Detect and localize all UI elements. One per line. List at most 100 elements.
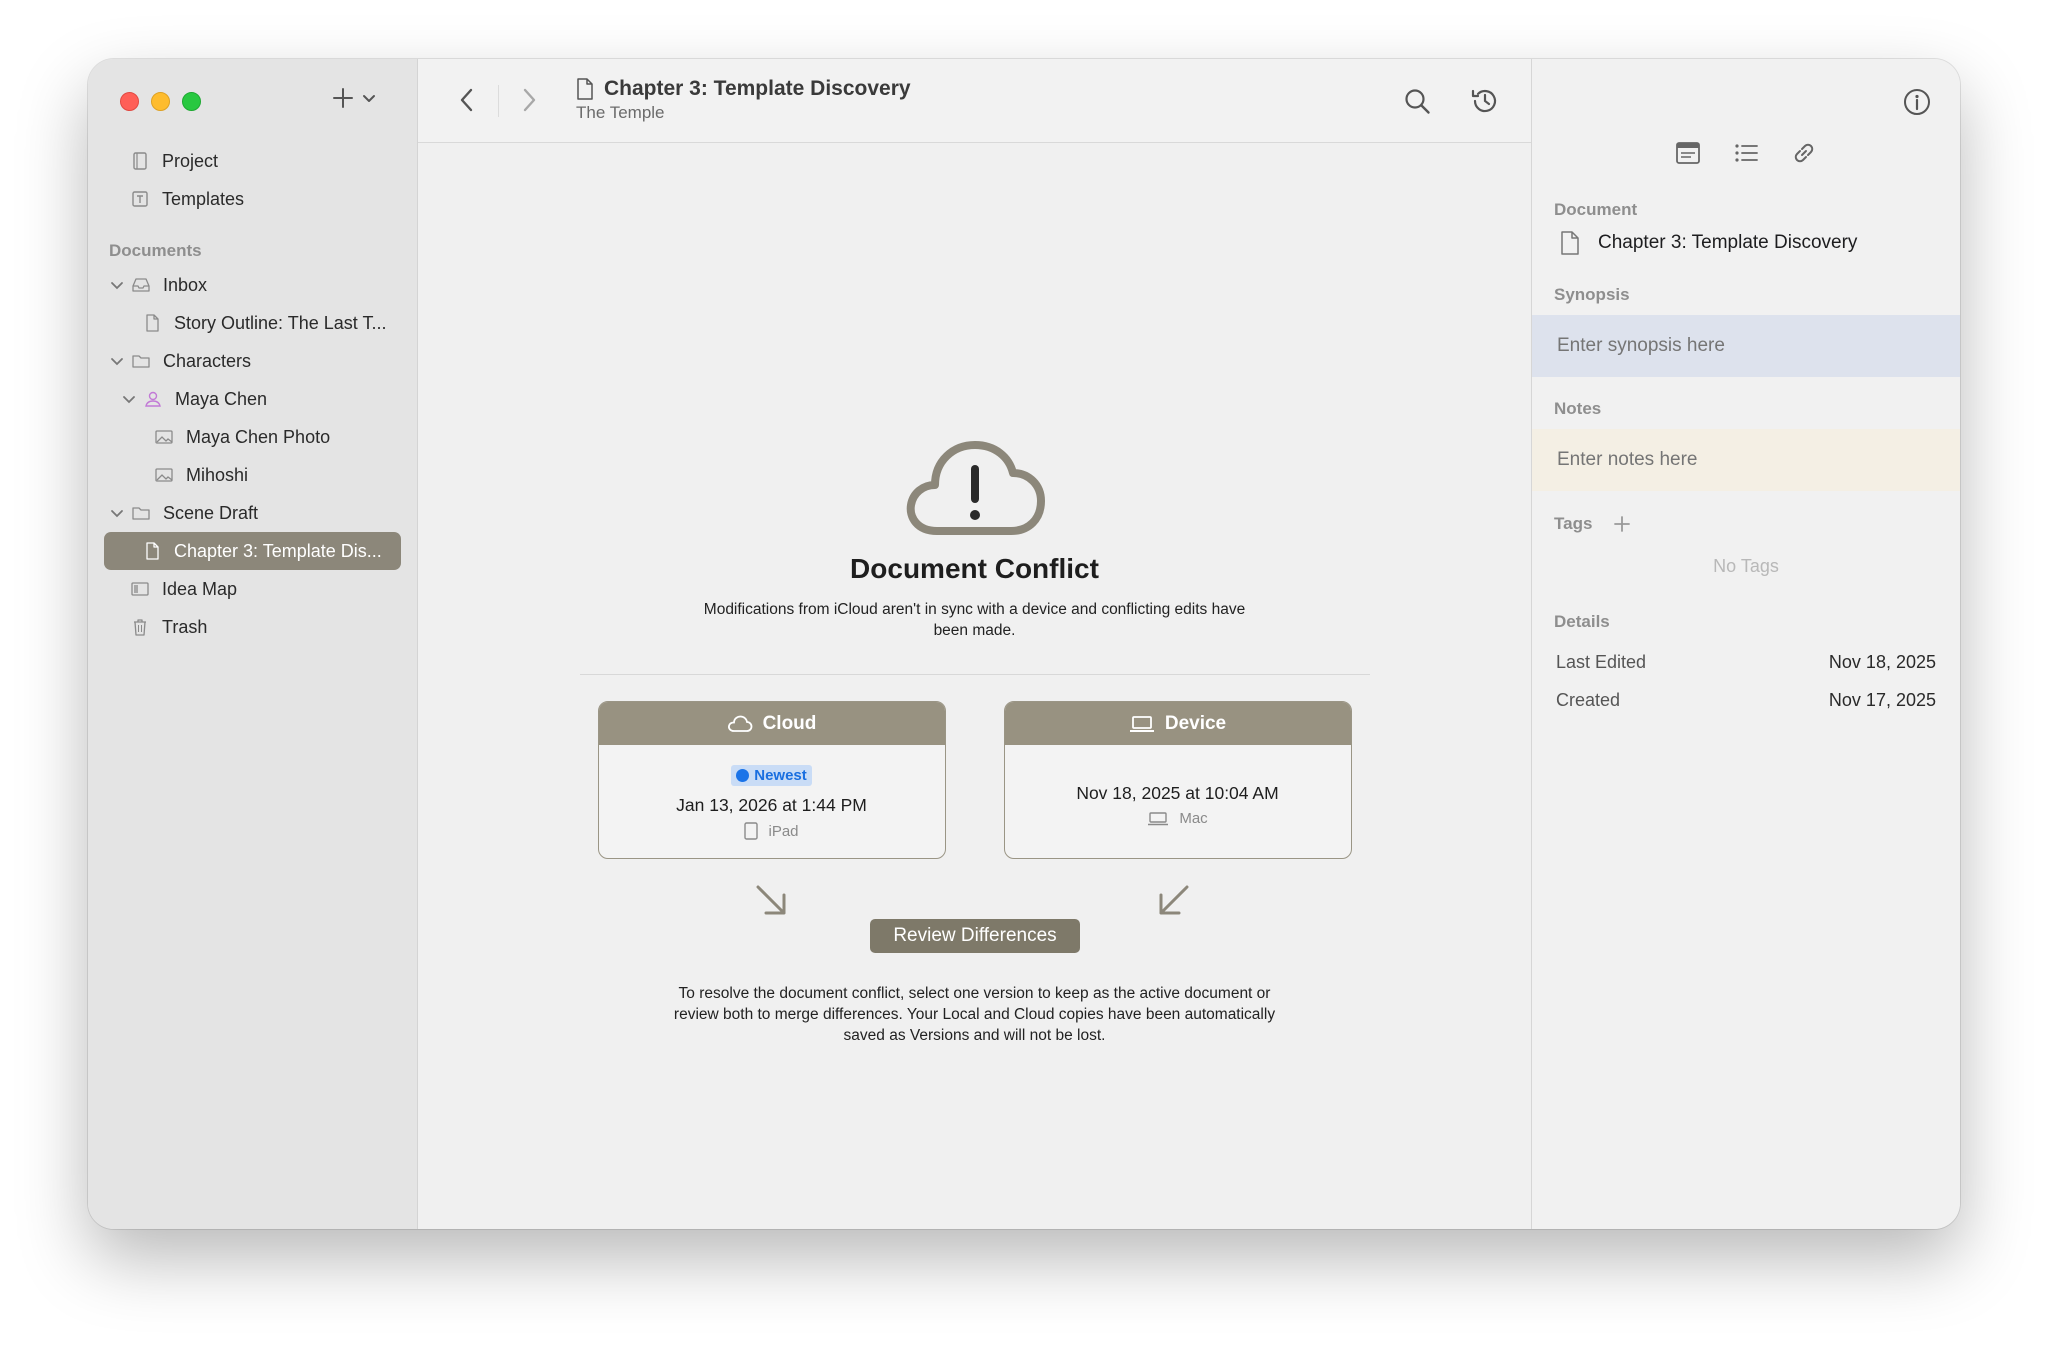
synopsis-input[interactable] bbox=[1532, 315, 1960, 377]
template-icon bbox=[130, 189, 150, 209]
sidebar-item-label: Maya Chen Photo bbox=[186, 426, 331, 447]
tags-header: Tags bbox=[1554, 514, 1631, 534]
cloud-version-date: Jan 13, 2026 at 1:44 PM bbox=[676, 795, 867, 815]
resolve-instructions: To resolve the document conflict, select… bbox=[418, 983, 1531, 1046]
sidebar-item-label: Inbox bbox=[163, 274, 208, 295]
cloud-device-label: iPad bbox=[768, 822, 799, 840]
toolbar: Chapter 3: Template Discovery The Temple bbox=[418, 59, 1531, 143]
cloud-card-body: Newest Jan 13, 2026 at 1:44 PM iPad bbox=[599, 745, 945, 840]
disclosure-chevron-icon[interactable] bbox=[121, 391, 137, 407]
newest-badge-label: Newest bbox=[754, 767, 807, 784]
sidebar-item-scene-draft[interactable]: Scene Draft bbox=[104, 494, 401, 532]
sidebar-item-characters[interactable]: Characters bbox=[104, 342, 401, 380]
detail-value: Nov 18, 2025 bbox=[1828, 652, 1936, 672]
search-icon bbox=[1405, 89, 1430, 114]
resolve-line: To resolve the document conflict, select… bbox=[678, 985, 1271, 1002]
folder-icon bbox=[131, 351, 151, 371]
person-icon bbox=[143, 389, 163, 409]
arrow-down-left-icon bbox=[1155, 883, 1191, 924]
conflict-panel: Document Conflict Modifications from iCl… bbox=[418, 439, 1531, 675]
sidebar-item-label: Scene Draft bbox=[163, 502, 259, 523]
image-icon bbox=[154, 427, 174, 447]
newest-badge: Newest bbox=[731, 765, 812, 786]
close-window-button[interactable] bbox=[120, 92, 139, 111]
sidebar-item-project[interactable]: Project bbox=[104, 142, 401, 180]
conflict-title: Document Conflict bbox=[850, 553, 1099, 584]
sidebar-item-maya-chen[interactable]: Maya Chen bbox=[104, 380, 401, 418]
detail-key: Last Edited bbox=[1556, 652, 1647, 672]
nav-divider bbox=[498, 85, 499, 117]
chevron-down-icon bbox=[363, 95, 375, 102]
notes-input[interactable] bbox=[1532, 429, 1960, 491]
disclosure-chevron-icon[interactable] bbox=[109, 277, 125, 293]
back-button[interactable] bbox=[456, 86, 478, 119]
device-version-card[interactable]: Device Nov 18, 2025 at 10:04 AM Mac bbox=[1003, 701, 1352, 859]
sidebar-item-trash[interactable]: Trash bbox=[104, 608, 401, 646]
ipad-icon bbox=[744, 822, 759, 840]
version-cards: Cloud Newest Jan 13, 2026 at 1:44 PM iPa… bbox=[418, 701, 1531, 859]
device-version-device: Mac bbox=[1005, 810, 1351, 827]
conflict-divider bbox=[579, 674, 1370, 675]
device-card-header: Device bbox=[1004, 702, 1351, 745]
device-card-body: Nov 18, 2025 at 10:04 AM Mac bbox=[1005, 783, 1351, 827]
sidebar: Project Templates Documents Inbox Story … bbox=[88, 59, 418, 1229]
sidebar-item-chapter-3[interactable]: Chapter 3: Template Dis... bbox=[104, 532, 401, 570]
sidebar-item-story-outline[interactable]: Story Outline: The Last T... bbox=[104, 304, 401, 342]
cloud-version-card[interactable]: Cloud Newest Jan 13, 2026 at 1:44 PM iPa… bbox=[597, 701, 946, 859]
cloud-card-header: Cloud bbox=[598, 702, 945, 745]
sidebar-item-inbox[interactable]: Inbox bbox=[104, 266, 401, 304]
detail-row-created: Created Nov 17, 2025 bbox=[1556, 690, 1936, 711]
chevron-right-icon bbox=[523, 88, 536, 112]
sidebar-item-label: Project bbox=[162, 150, 219, 171]
add-item-button[interactable] bbox=[332, 87, 376, 109]
document-subtitle: The Temple bbox=[576, 103, 665, 122]
badge-seal-icon bbox=[736, 769, 750, 782]
device-device-label: Mac bbox=[1179, 810, 1208, 827]
document-icon bbox=[577, 78, 593, 100]
document-icon bbox=[142, 313, 162, 333]
document-card-icon bbox=[1676, 142, 1700, 164]
no-tags-text: No Tags bbox=[1713, 556, 1779, 576]
history-clock-icon bbox=[1471, 89, 1497, 113]
detail-value: Nov 17, 2025 bbox=[1828, 690, 1936, 710]
notes-label: Notes bbox=[1554, 399, 1602, 418]
document-title-area: Chapter 3: Template Discovery The Temple bbox=[576, 77, 911, 123]
disclosure-chevron-icon[interactable] bbox=[109, 353, 125, 369]
sidebar-item-label: Maya Chen bbox=[175, 388, 268, 409]
review-differences-button[interactable]: Review Differences bbox=[870, 919, 1080, 953]
sidebar-item-label: Characters bbox=[163, 350, 252, 371]
info-button[interactable] bbox=[1902, 87, 1932, 122]
document-section-label: Document bbox=[1554, 200, 1638, 219]
search-button[interactable] bbox=[1403, 87, 1431, 120]
tab-outline[interactable] bbox=[1732, 139, 1760, 172]
add-tag-plus-icon[interactable] bbox=[1614, 516, 1631, 532]
list-icon bbox=[1735, 144, 1758, 162]
main-content: Chapter 3: Template Discovery The Temple… bbox=[418, 59, 1532, 1229]
tab-links[interactable] bbox=[1790, 139, 1818, 172]
tab-document-info[interactable] bbox=[1674, 139, 1702, 172]
project-book-icon bbox=[130, 151, 150, 171]
sidebar-item-idea-map[interactable]: Idea Map bbox=[104, 570, 401, 608]
sidebar-item-templates[interactable]: Templates bbox=[104, 180, 401, 218]
cloud-card-title: Cloud bbox=[762, 712, 817, 734]
sidebar-item-label: Story Outline: The Last T... bbox=[174, 312, 387, 333]
disclosure-chevron-icon[interactable] bbox=[109, 505, 125, 521]
sidebar-item-label: Mihoshi bbox=[186, 464, 249, 485]
minimize-window-button[interactable] bbox=[151, 92, 170, 111]
detail-key: Created bbox=[1556, 690, 1621, 710]
sidebar-item-mihoshi[interactable]: Mihoshi bbox=[104, 456, 401, 494]
forward-button[interactable] bbox=[518, 86, 540, 119]
history-button[interactable] bbox=[1469, 85, 1501, 122]
sidebar-item-label: Trash bbox=[162, 616, 208, 637]
zoom-window-button[interactable] bbox=[182, 92, 201, 111]
map-icon bbox=[130, 579, 150, 599]
resolve-line: review both to merge differences. Your L… bbox=[673, 1006, 1276, 1023]
tags-label: Tags bbox=[1554, 514, 1593, 533]
laptop-icon bbox=[1129, 715, 1154, 732]
sidebar-item-label: Idea Map bbox=[162, 578, 238, 599]
info-icon bbox=[1904, 89, 1930, 115]
folder-icon bbox=[131, 503, 151, 523]
document-icon bbox=[142, 541, 162, 561]
sidebar-item-maya-chen-photo[interactable]: Maya Chen Photo bbox=[104, 418, 401, 456]
device-version-date: Nov 18, 2025 at 10:04 AM bbox=[1076, 783, 1279, 803]
